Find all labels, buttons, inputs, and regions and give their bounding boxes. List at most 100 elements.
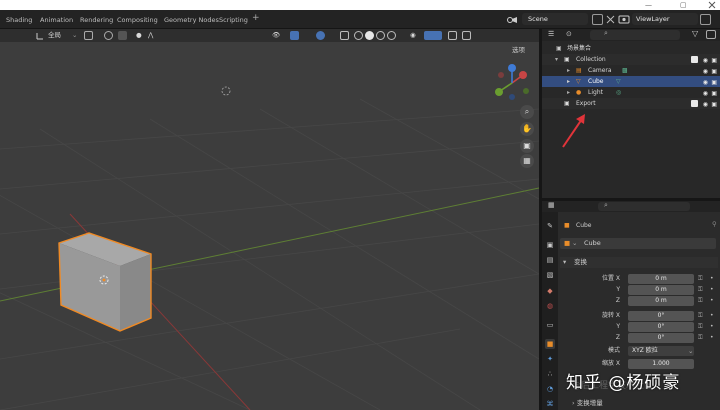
location-z-field[interactable]: 0 m [628,296,694,306]
outliner-row-cube[interactable]: ▸ ▽ Cube ▽ ◉ ▣ [542,76,720,87]
transform-section-header[interactable]: ▾ 变换 [560,257,718,268]
properties-search-input[interactable] [598,202,690,211]
tab-shading[interactable]: Shading [6,14,32,27]
viewport-grid-icon[interactable] [448,31,457,40]
navigation-gizmo[interactable] [490,61,534,105]
scene-selector[interactable]: Scene [522,13,588,25]
rotation-mode-dropdown[interactable]: XYZ 欧拉 [628,346,694,356]
camera-data-icon[interactable]: ▩ [622,65,628,76]
outliner-row-light[interactable]: ▸ ● Light ◎ ◉ ▣ [542,87,720,98]
delta-transform-section-header[interactable]: › 变换增量 [572,398,603,409]
object-icon: ▤ [576,67,582,74]
outliner-row-collection[interactable]: ▾ ▣ Collection ◉ ▣ [542,54,720,65]
particles-tab-icon[interactable]: ∴ [545,369,555,379]
view-layer-icon[interactable] [618,14,630,25]
outliner-row-camera[interactable]: ▸ ▤ Camera ▩ ◉ ▣ [542,65,720,76]
editor-type-icon[interactable]: ☰ [548,30,554,38]
location-y-field[interactable]: 0 m [628,285,694,295]
gizmo-toggle-icon[interactable] [290,31,299,40]
render-camera-icon[interactable]: ▣ [711,99,717,110]
camera-view-icon[interactable]: ▣ [520,139,534,153]
mesh-icon: ▽ [576,78,581,85]
rotation-z-field[interactable]: 0° [628,333,694,343]
snap-icon[interactable] [104,31,113,40]
visibility-icon[interactable]: 👁 [272,30,280,41]
exclude-checkbox[interactable] [691,100,698,107]
lock-icon[interactable]: ⚿ [698,333,703,343]
scene-icon[interactable] [506,14,517,25]
physics-tab-icon[interactable]: ◔ [545,384,555,394]
rotation-x-label: 旋转 X [601,312,620,319]
add-workspace-button[interactable]: + [252,13,260,23]
lock-icon[interactable]: ⚿ [698,322,703,332]
light-data-icon[interactable]: ◎ [616,87,621,98]
lock-icon[interactable]: ⚿ [698,296,703,306]
proportional-edit-icon[interactable]: ● [136,30,142,41]
visibility-eye-icon[interactable]: ◉ [410,30,416,41]
perspective-grid-icon[interactable]: ▦ [520,154,534,168]
outliner-row-export[interactable]: ▣ Export ◉ ▣ [542,98,720,109]
solid-shading-icon[interactable] [365,31,374,40]
snap-target-icon[interactable] [118,31,127,40]
keyframe-dot-icon[interactable]: • [710,285,714,295]
display-mode-icon[interactable]: ⊙ [566,30,572,38]
expand-arrow-icon[interactable]: ▸ [567,65,570,76]
tab-scripting[interactable]: Scripting [219,14,248,27]
mesh-data-icon[interactable]: ▽ [616,76,621,87]
falloff-icon[interactable]: ⋀ [148,30,153,41]
rotation-y-field[interactable]: 0° [628,322,694,332]
tab-geometry-nodes[interactable]: Geometry Nodes [164,14,219,27]
wireframe-shading-icon[interactable] [354,31,363,40]
keyframe-dot-icon[interactable]: • [710,333,714,343]
lock-icon[interactable]: ⚿ [698,285,703,295]
output-tab-icon[interactable]: ▤ [545,255,555,265]
object-datablock-field[interactable]: ■ ⌄ Cube [560,238,716,249]
search-icon: ⌕ [604,201,608,209]
tab-rendering[interactable]: Rendering [80,14,113,27]
rendered-shading-icon[interactable] [387,31,396,40]
render-tab-icon[interactable]: ▣ [545,240,555,250]
pivot-point-icon[interactable] [84,31,93,40]
filter-icon[interactable]: ▽ [692,29,698,38]
constraints-tab-icon[interactable]: ⌘ [545,399,555,409]
tool-tab-icon[interactable]: ✎ [545,221,555,231]
zoom-icon[interactable]: ⌕ [520,105,534,119]
outliner-filter-icon[interactable] [424,31,442,40]
tab-animation[interactable]: Animation [40,14,73,27]
lock-icon[interactable]: ⚿ [698,274,703,284]
expand-arrow-icon[interactable]: ▸ [567,87,570,98]
copy-view-layer-icon[interactable] [700,14,711,25]
keyframe-dot-icon[interactable]: • [710,322,714,332]
eye-icon[interactable]: ◉ [703,99,708,110]
editor-type-icon[interactable]: ▦ [548,201,555,209]
expand-arrow-icon[interactable]: ▸ [567,76,570,87]
location-x-field[interactable]: 0 m [628,274,694,284]
maximize-button[interactable]: ▢ [680,0,687,10]
xray-toggle-icon[interactable] [340,31,349,40]
expand-arrow-icon[interactable]: ▾ [555,54,558,65]
outliner-row-scene-collection[interactable]: ▣ 场景集合 [542,43,720,54]
lock-icon[interactable]: ⚿ [698,311,703,321]
keyframe-dot-icon[interactable]: • [710,296,714,306]
rotation-x-field[interactable]: 0° [628,311,694,321]
overlay-toggle-icon[interactable] [316,31,325,40]
viewport-options-dropdown[interactable]: 选项 [512,44,525,54]
tab-compositing[interactable]: Compositing [117,14,158,27]
new-collection-icon[interactable] [706,30,716,39]
minimize-button[interactable]: — [645,0,652,10]
transform-orientation-dropdown[interactable]: 全局 [48,30,61,41]
pan-hand-icon[interactable]: ✋ [520,122,534,136]
chevron-down-icon[interactable]: ⌄ [72,30,77,41]
cube-object[interactable] [58,232,152,332]
copy-scene-icon[interactable] [592,14,603,25]
close-icon[interactable] [708,1,716,9]
pin-icon[interactable]: ⚲ [712,220,717,228]
keyframe-dot-icon[interactable]: • [710,311,714,321]
3d-viewport[interactable]: 全局 ⌄ ● ⋀ 👁 ◉ 选项 ⌕ ✋ ▣ ▦ [0,29,539,410]
exclude-checkbox[interactable] [691,56,698,63]
remove-scene-icon[interactable] [606,15,615,24]
viewport-options-icon[interactable] [462,31,471,40]
keyframe-dot-icon[interactable]: • [710,274,714,284]
view-layer-selector[interactable]: ViewLayer [632,13,698,25]
material-shading-icon[interactable] [376,31,385,40]
